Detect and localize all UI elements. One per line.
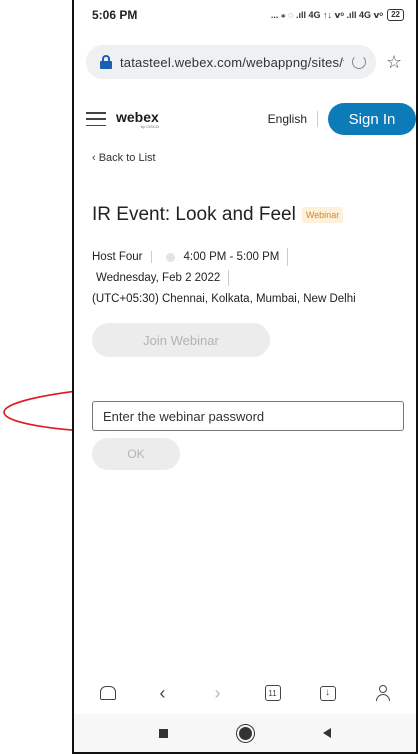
profile-button[interactable] [363, 677, 403, 709]
back-triangle-icon[interactable] [322, 728, 331, 738]
logo-sub: by CISCO [140, 123, 159, 129]
home-button[interactable] [88, 677, 128, 709]
profile-icon [375, 685, 391, 701]
tabs-icon: 11 [264, 685, 281, 701]
bookmark-star-icon[interactable]: ☆ [386, 53, 402, 71]
chevron-right-icon: › [214, 682, 221, 703]
event-time: 4:00 PM - 5:00 PM [184, 248, 289, 266]
home-icon [99, 686, 116, 700]
url-bar[interactable]: tatasteel.webex.com/webappng/sites/ta [86, 45, 376, 79]
webex-header: webex by CISCO English Sign In [86, 102, 416, 136]
time-status-dot [165, 252, 175, 262]
battery-icon: 22 [387, 9, 404, 21]
tabs-button[interactable]: 11 [253, 677, 293, 709]
downloads-button[interactable]: ↓ [308, 677, 348, 709]
browser-toolbar: ‹ › 11 ↓ [74, 672, 416, 714]
android-nav-bar [74, 714, 416, 752]
url-row: tatasteel.webex.com/webappng/sites/ta ☆ [86, 45, 416, 79]
hamburger-menu-icon[interactable] [86, 112, 106, 126]
join-webinar-button[interactable]: Join Webinar [92, 323, 270, 357]
ok-button[interactable]: OK [92, 438, 180, 470]
refresh-icon[interactable] [352, 55, 366, 69]
status-bar: 5:06 PM ... ⁎ ◌ .ıll 4G ↑↓ ⅴᵒ .ıll 4G ⅴᵒ… [74, 0, 416, 30]
lock-icon [100, 55, 112, 69]
webinar-badge: Webinar [301, 207, 344, 223]
status-icons: ... ⁎ ◌ .ıll 4G ↑↓ ⅴᵒ .ıll 4G ⅴᵒ 22 [271, 9, 404, 21]
forward-button[interactable]: › [198, 677, 238, 709]
signal-icons: ... ⁎ ◌ .ıll 4G ↑↓ ⅴᵒ .ıll 4G ⅴᵒ [270, 9, 384, 20]
event-host: Host Four [92, 251, 152, 263]
status-time: 5:06 PM [92, 8, 138, 22]
logo-word: webex [116, 108, 159, 125]
webex-logo[interactable]: webex by CISCO [116, 110, 159, 129]
event-info: Host Four 4:00 PM - 5:00 PM Wednesday, F… [92, 248, 412, 307]
chevron-left-icon: ‹ [159, 682, 166, 703]
recents-square-icon[interactable] [159, 728, 169, 738]
event-title-row: IR Event: Look and Feel Webinar [92, 204, 344, 226]
back-to-list-link[interactable]: ‹ Back to List [92, 152, 156, 164]
phone-frame: 5:06 PM ... ⁎ ◌ .ıll 4G ↑↓ ⅴᵒ .ıll 4G ⅴᵒ… [72, 0, 418, 754]
webinar-password-input[interactable] [92, 401, 404, 431]
url-text[interactable]: tatasteel.webex.com/webappng/sites/ta [120, 55, 344, 70]
language-selector[interactable]: English [268, 111, 318, 127]
event-title: IR Event: Look and Feel [92, 204, 296, 225]
event-date: Wednesday, Feb 2 2022 [92, 270, 230, 286]
event-timezone: (UTC+05:30) Chennai, Kolkata, Mumbai, Ne… [92, 293, 356, 305]
download-icon: ↓ [319, 685, 336, 701]
home-circle-icon[interactable] [238, 726, 252, 740]
back-button[interactable]: ‹ [143, 677, 183, 709]
sign-in-button[interactable]: Sign In [328, 103, 416, 135]
